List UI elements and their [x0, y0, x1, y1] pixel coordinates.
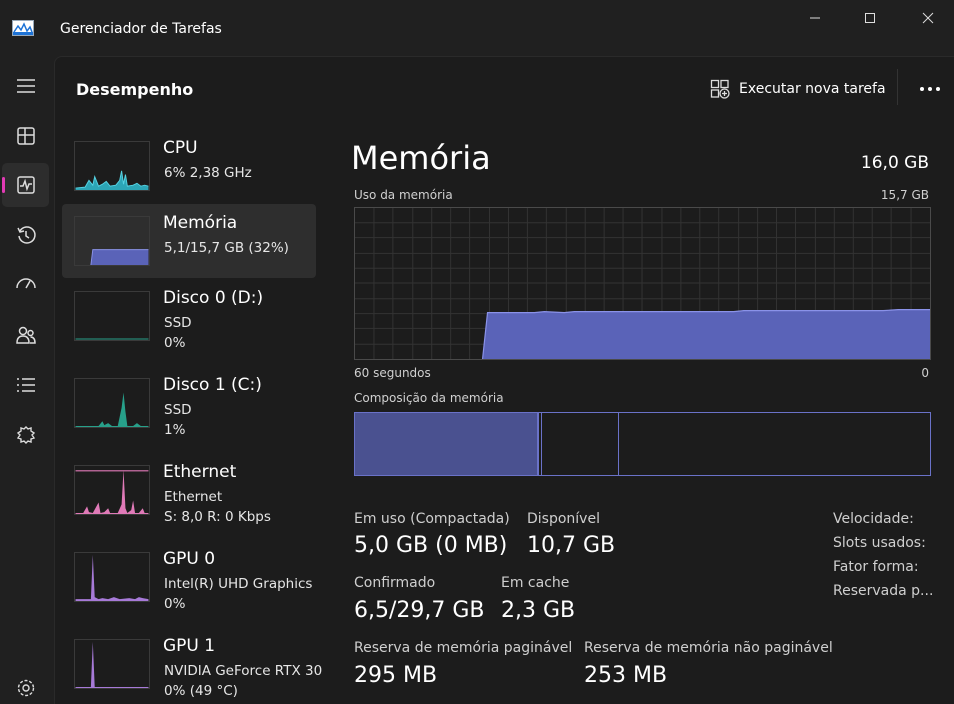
perf-item-title: Disco 1 (C:)	[163, 375, 262, 395]
time-axis-start: 60 segundos	[354, 366, 431, 380]
memory-usage-graph	[354, 207, 931, 360]
in-use-label: Em uso (Compactada)	[354, 511, 510, 527]
speed-label: Velocidade:	[833, 511, 914, 527]
memory-total: 16,0 GB	[860, 153, 929, 173]
perf-item-throughput: S: 8,0 R: 0 Kbps	[164, 509, 271, 525]
nav-item-startup-apps[interactable]	[2, 263, 49, 307]
perf-item-usage: 0% (49 °C)	[164, 683, 238, 699]
perf-item-model: NVIDIA GeForce RTX 30	[164, 663, 323, 679]
page-title: Desempenho	[76, 80, 194, 99]
perf-item-cpu[interactable]: CPU 6% 2,38 GHz	[62, 129, 316, 203]
paged-pool-label: Reserva de memória paginável	[354, 640, 573, 656]
detail-title: Memória	[351, 139, 491, 177]
nav-item-performance[interactable]	[2, 163, 49, 207]
disk1-thumbnail-graph	[74, 378, 150, 428]
perf-item-title: Ethernet	[163, 462, 237, 482]
perf-item-ethernet[interactable]: Ethernet Ethernet S: 8,0 R: 0 Kbps	[62, 453, 316, 527]
more-options-button[interactable]	[915, 77, 945, 101]
nav-item-details[interactable]	[2, 363, 49, 407]
nav-item-app-history[interactable]	[2, 213, 49, 257]
users-icon	[15, 326, 36, 344]
form-factor-label: Fator forma:	[833, 559, 919, 575]
hardware-reserved-label: Reservada p...	[833, 583, 934, 599]
processes-icon	[16, 127, 35, 145]
perf-item-memory[interactable]: Memória 5,1/15,7 GB (32%)	[62, 204, 316, 278]
settings-icon	[17, 679, 34, 697]
in-use-value: 5,0 GB (0 MB)	[354, 533, 508, 558]
nav-menu-button[interactable]	[2, 64, 49, 108]
cached-label: Em cache	[501, 575, 570, 591]
performance-icon	[16, 176, 35, 194]
composition-label: Composição da memória	[354, 391, 504, 405]
committed-label: Confirmado	[354, 575, 436, 591]
perf-item-detail: 5,1/15,7 GB (32%)	[164, 240, 289, 256]
nonpaged-pool-label: Reserva de memória não paginável	[584, 640, 833, 656]
nav-item-services[interactable]	[2, 413, 49, 457]
perf-item-disk-1[interactable]: Disco 1 (C:) SSD 1%	[62, 366, 316, 440]
composition-divider	[541, 413, 542, 475]
perf-item-detail: 6% 2,38 GHz	[164, 165, 252, 181]
disk0-thumbnail-graph	[74, 291, 150, 341]
usage-graph-max: 15,7 GB	[880, 188, 929, 202]
memory-composition-bar	[354, 412, 931, 476]
perf-item-title: GPU 0	[163, 549, 216, 569]
perf-item-type: SSD	[164, 402, 192, 418]
available-value: 10,7 GB	[527, 533, 616, 558]
maximize-button[interactable]	[847, 0, 893, 36]
more-icon	[920, 87, 940, 91]
committed-value: 6,5/29,7 GB	[354, 598, 485, 623]
minimize-icon	[810, 17, 820, 19]
startup-apps-icon	[15, 278, 36, 289]
perf-item-title: CPU	[163, 138, 198, 158]
close-button[interactable]	[905, 0, 951, 36]
perf-item-gpu-0[interactable]: GPU 0 Intel(R) UHD Graphics 0%	[62, 540, 316, 614]
paged-pool-value: 295 MB	[354, 663, 438, 688]
navigation-rail	[0, 56, 52, 704]
close-icon	[922, 12, 934, 24]
slots-used-label: Slots usados:	[833, 535, 926, 551]
composition-modified	[537, 413, 539, 475]
app-history-icon	[16, 226, 36, 244]
perf-item-usage: 0%	[164, 335, 186, 351]
details-icon	[16, 378, 35, 392]
composition-standby-divider	[618, 413, 619, 475]
gpu0-thumbnail-graph	[74, 552, 150, 602]
menu-icon	[16, 79, 35, 93]
perf-item-usage: 0%	[164, 596, 186, 612]
nav-item-processes[interactable]	[2, 114, 49, 158]
title-bar: Gerenciador de Tarefas	[0, 0, 954, 56]
perf-item-type: SSD	[164, 315, 192, 331]
perf-item-title: GPU 1	[163, 636, 216, 656]
perf-item-model: Intel(R) UHD Graphics	[164, 576, 313, 592]
nav-item-users[interactable]	[2, 313, 49, 357]
perf-item-title: Disco 0 (D:)	[163, 288, 264, 308]
maximize-icon	[865, 13, 875, 23]
cpu-thumbnail-graph	[74, 141, 150, 191]
run-new-task-button[interactable]: Executar nova tarefa	[710, 77, 886, 101]
time-axis-end: 0	[921, 366, 929, 380]
available-label: Disponível	[527, 511, 600, 527]
nonpaged-pool-value: 253 MB	[584, 663, 668, 688]
perf-item-usage: 1%	[164, 422, 186, 438]
ethernet-thumbnail-graph	[74, 465, 150, 515]
task-manager-app-icon	[12, 20, 34, 36]
header-divider	[897, 69, 898, 105]
perf-item-adapter: Ethernet	[164, 489, 223, 505]
nav-item-settings[interactable]	[2, 666, 49, 704]
active-indicator	[2, 177, 5, 193]
services-icon	[16, 426, 35, 444]
composition-in-use	[355, 413, 537, 475]
minimize-button[interactable]	[792, 0, 838, 36]
memory-thumbnail-graph	[74, 216, 150, 266]
perf-item-gpu-1[interactable]: GPU 1 NVIDIA GeForce RTX 30 0% (49 °C)	[62, 627, 322, 701]
window-title: Gerenciador de Tarefas	[60, 21, 222, 37]
perf-item-title: Memória	[163, 213, 238, 233]
usage-graph-label: Uso da memória	[354, 188, 453, 202]
main-panel: Desempenho Executar nova tarefa CPU 6% 2…	[54, 56, 954, 704]
run-task-icon	[710, 79, 730, 99]
run-new-task-label: Executar nova tarefa	[739, 81, 886, 97]
cached-value: 2,3 GB	[501, 598, 576, 623]
perf-item-disk-0[interactable]: Disco 0 (D:) SSD 0%	[62, 279, 316, 353]
gpu1-thumbnail-graph	[74, 639, 150, 689]
